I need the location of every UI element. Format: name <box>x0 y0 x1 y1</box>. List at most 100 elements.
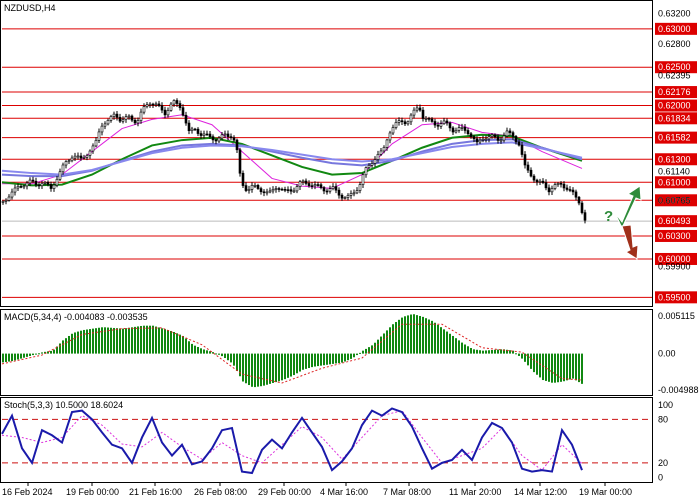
candle-body <box>376 154 380 160</box>
stoch-panel[interactable] <box>0 397 653 483</box>
candle-body <box>559 183 563 185</box>
candle-body <box>388 132 392 141</box>
macd-bar <box>158 327 160 354</box>
macd-bar <box>491 350 493 354</box>
macd-bar <box>5 353 7 362</box>
candle-body <box>70 157 74 162</box>
macd-bar <box>476 349 478 354</box>
macd-bar <box>155 326 157 354</box>
macd-bar <box>332 353 334 364</box>
macd-bar <box>251 353 253 387</box>
macd-bar <box>275 353 277 383</box>
candle-body <box>193 128 197 131</box>
candle-body <box>112 113 116 117</box>
candle-body <box>235 139 239 151</box>
candle-body <box>358 184 362 191</box>
macd-bar <box>353 353 355 358</box>
macd-tick-label: 0.00 <box>658 349 676 359</box>
price-panel[interactable] <box>0 0 653 307</box>
candle-body <box>43 182 47 184</box>
candle-body <box>58 171 62 180</box>
price-tick-label: 0.60765 <box>658 195 691 205</box>
macd-bar <box>398 319 400 354</box>
candle-body <box>19 186 23 188</box>
candle-body <box>103 123 107 127</box>
candle-body <box>538 180 542 183</box>
candle-body <box>325 190 329 193</box>
candle-body <box>67 160 71 163</box>
macd-axis: 0.005115 0.00 -0.004988 <box>658 311 699 395</box>
candle-body <box>109 116 113 121</box>
candle-body <box>157 103 161 106</box>
macd-bar <box>413 314 415 354</box>
macd-bar <box>149 325 151 354</box>
candle-body <box>319 184 323 188</box>
candle-body <box>226 133 230 137</box>
candle-body <box>265 191 269 194</box>
candle-body <box>202 133 206 136</box>
candle-body <box>514 136 518 143</box>
macd-bar <box>581 353 583 384</box>
stoch-tick-label: 0 <box>658 472 663 482</box>
candle-body <box>424 118 428 120</box>
candle-body <box>52 184 56 189</box>
macd-bar <box>35 353 37 355</box>
candle-body <box>46 182 50 185</box>
macd-bar <box>356 353 358 356</box>
macd-bar <box>395 322 397 354</box>
candle-body <box>28 179 32 184</box>
candle-body <box>187 122 191 131</box>
stoch-tick-label: 80 <box>658 414 668 424</box>
candle-body <box>256 185 260 189</box>
macd-bar <box>233 353 235 366</box>
macd-bar <box>65 338 67 354</box>
candle-body <box>418 107 422 111</box>
candle-body <box>433 121 437 126</box>
candle-body <box>451 127 455 133</box>
trading-chart[interactable]: ? 0.630000.625000.621760.620000.618340.6… <box>0 0 700 500</box>
macd-bar <box>311 353 313 368</box>
candle-body <box>544 182 548 189</box>
candle-body <box>10 191 14 198</box>
macd-bar <box>17 353 19 360</box>
macd-bar <box>488 350 490 354</box>
macd-bar <box>77 331 79 354</box>
time-label: 11 Mar 20:00 <box>449 487 501 497</box>
candle-body <box>148 103 152 106</box>
macd-bar <box>128 327 130 354</box>
macd-bar <box>8 353 10 362</box>
macd-bar <box>524 353 526 362</box>
macd-bar <box>446 331 448 354</box>
candle-body <box>274 188 278 190</box>
level-label: 0.62000 <box>658 101 691 111</box>
time-label: 16 Feb 2024 <box>2 487 53 497</box>
candle-body <box>184 114 188 124</box>
stoch-tick-label: 100 <box>658 400 673 410</box>
macd-bar <box>419 315 421 354</box>
candle-body <box>364 167 368 176</box>
candle-body <box>277 188 281 190</box>
price-panel-title: NZDUSD,H4 <box>4 3 56 13</box>
candle-body <box>31 179 35 182</box>
candle-body <box>133 119 137 124</box>
macd-bar <box>287 353 289 378</box>
candle-body <box>466 130 470 134</box>
candle-body <box>493 134 497 138</box>
candle-body <box>415 107 419 111</box>
candle-body <box>421 109 425 119</box>
candle-body <box>100 125 104 133</box>
macd-bar <box>482 350 484 354</box>
candle-body <box>76 155 80 158</box>
macd-bar <box>263 353 265 386</box>
macd-bar <box>416 315 418 354</box>
candle-body <box>499 139 503 142</box>
macd-bar <box>260 353 262 387</box>
candle-body <box>94 140 98 147</box>
macd-bar <box>407 315 409 354</box>
level-label: 0.61000 <box>658 177 691 187</box>
macd-bar <box>278 353 280 382</box>
macd-bar <box>575 353 577 381</box>
macd-bar <box>515 353 517 355</box>
candle-body <box>337 189 341 196</box>
macd-bar <box>347 353 349 361</box>
